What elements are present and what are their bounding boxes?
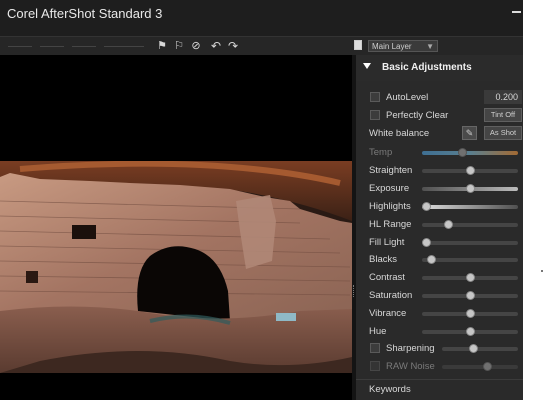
rotate-left-icon[interactable]: ↶ [210, 40, 222, 52]
white-balance-label: White balance [369, 128, 430, 139]
background-speck [541, 270, 543, 272]
keywords-label: Keywords [369, 384, 411, 395]
hl-range-slider-knob[interactable] [444, 219, 454, 229]
contrast-label: Contrast [369, 272, 405, 284]
photo-cliff-dwelling-ruins [0, 161, 352, 373]
sharpening-checkbox[interactable] [370, 343, 380, 353]
autolevel-checkbox[interactable] [370, 92, 380, 102]
layers-icon[interactable] [354, 40, 362, 50]
collapse-triangle-icon[interactable] [363, 63, 371, 69]
toolbar-separator [72, 46, 96, 47]
straighten-slider-row: Straighten [356, 162, 523, 180]
fill-light-slider-knob[interactable] [422, 237, 432, 247]
fill-light-slider-track[interactable] [422, 240, 518, 245]
straighten-label: Straighten [369, 164, 413, 176]
minimize-button[interactable] [512, 11, 521, 13]
exposure-slider-row: Exposure [356, 180, 523, 198]
temp-slider-row: Temp [356, 144, 523, 162]
sharpening-slider-track[interactable] [442, 347, 518, 351]
tint-off-button[interactable]: Tint Off [484, 108, 522, 122]
autolevel-row: AutoLevel 0.200 [356, 89, 523, 107]
window-title: Corel AfterShot Standard 3 [7, 6, 163, 21]
blacks-slider-row: Blacks [356, 251, 523, 269]
temp-slider-knob[interactable] [457, 148, 467, 157]
autolevel-value-field[interactable]: 0.200 [484, 90, 522, 104]
blacks-slider-knob[interactable] [427, 255, 437, 265]
perfectly-clear-label: Perfectly Clear [386, 110, 449, 121]
flag-outline-icon[interactable]: ⚐ [173, 40, 185, 52]
raw-noise-slider-track[interactable] [442, 365, 518, 369]
adjustments-panel: Basic Adjustments AutoLevel 0.200 Perfec… [356, 55, 523, 400]
toolbar-separator [8, 46, 32, 47]
perfectly-clear-checkbox[interactable] [370, 110, 380, 120]
perfectly-clear-row: Perfectly Clear Tint Off [356, 107, 523, 125]
toolbar-separator [104, 46, 128, 47]
toolbar-separator [126, 46, 144, 47]
contrast-slider-knob[interactable] [465, 273, 475, 283]
temp-slider-track[interactable] [422, 151, 518, 155]
straighten-slider-knob[interactable] [465, 165, 475, 175]
temp-label: Temp [369, 147, 393, 158]
vibrance-label: Vibrance [369, 308, 407, 320]
autolevel-label: AutoLevel [386, 92, 429, 103]
fill-light-slider-row: Fill Light [356, 234, 523, 252]
exposure-label: Exposure [369, 182, 410, 194]
hl-range-label: HL Range [369, 218, 412, 230]
title-bar: Corel AfterShot Standard 3 [0, 0, 523, 36]
hl-range-slider-track[interactable] [422, 222, 518, 227]
panel-title: Basic Adjustments [382, 62, 472, 73]
fill-light-label: Fill Light [369, 236, 405, 248]
exposure-slider-knob[interactable] [465, 183, 475, 193]
rotate-right-icon[interactable]: ↷ [227, 40, 239, 52]
keywords-section[interactable]: Keywords [356, 379, 523, 400]
blacks-slider-track[interactable] [422, 258, 518, 263]
app-window: Corel AfterShot Standard 3 ⚑ ⚐ ⊘ ↶ ↷ Mai… [0, 0, 523, 400]
raw-noise-row: RAW Noise [356, 358, 523, 376]
hue-label: Hue [369, 326, 387, 337]
sharpening-slider-knob[interactable] [469, 344, 479, 353]
highlights-slider-row: Highlights [356, 198, 523, 216]
saturation-label: Saturation [369, 290, 413, 302]
reject-icon[interactable]: ⊘ [190, 40, 202, 52]
toolbar: ⚑ ⚐ ⊘ ↶ ↷ Main Layer ▼ [0, 36, 523, 56]
eyedropper-icon[interactable]: ✎ [462, 126, 477, 140]
sharpening-label: Sharpening [386, 343, 435, 354]
saturation-slider-knob[interactable] [465, 291, 475, 301]
toolbar-separator [40, 46, 64, 47]
raw-noise-slider-knob[interactable] [483, 362, 493, 371]
highlights-slider-knob[interactable] [422, 201, 432, 211]
layer-select[interactable]: Main Layer ▼ [368, 40, 438, 52]
vibrance-slider-row: Vibrance [356, 305, 523, 323]
white-balance-row: White balance ✎ As Shot [356, 125, 523, 143]
as-shot-button[interactable]: As Shot [484, 126, 522, 140]
basic-adjustments-header[interactable]: Basic Adjustments [356, 55, 523, 81]
saturation-slider-row: Saturation [356, 287, 523, 305]
highlights-slider-track[interactable] [422, 204, 518, 209]
highlights-label: Highlights [369, 200, 411, 212]
sharpening-row: Sharpening [356, 340, 523, 358]
hue-slider-knob[interactable] [465, 327, 475, 336]
hl-range-slider-row: HL Range [356, 216, 523, 234]
image-viewer[interactable] [0, 55, 352, 400]
hue-slider-row: Hue [356, 323, 523, 341]
chevron-down-icon: ▼ [426, 42, 434, 51]
contrast-slider-row: Contrast [356, 269, 523, 287]
raw-noise-checkbox[interactable] [370, 361, 380, 371]
layer-select-value: Main Layer [372, 42, 412, 51]
flag-icon[interactable]: ⚑ [156, 40, 168, 52]
raw-noise-label: RAW Noise [386, 361, 435, 372]
blacks-label: Blacks [369, 254, 397, 266]
vibrance-slider-knob[interactable] [465, 309, 475, 319]
